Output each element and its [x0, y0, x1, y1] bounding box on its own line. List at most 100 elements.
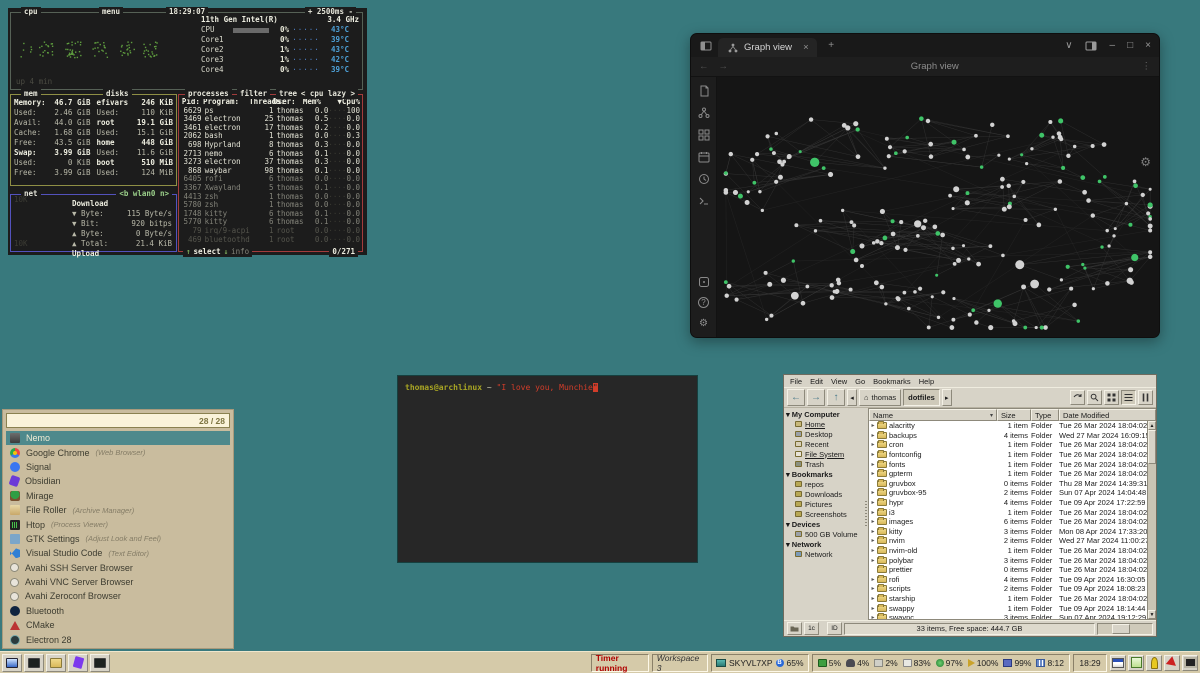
- scroll-up-icon[interactable]: ▲: [1148, 421, 1156, 430]
- menu-file[interactable]: File: [787, 377, 805, 386]
- scroll-down-icon[interactable]: ▼: [1148, 610, 1156, 619]
- maximize-button[interactable]: □: [1127, 40, 1133, 51]
- file-row[interactable]: ▸backups4 itemsFolderWed 27 Mar 2024 16:…: [869, 431, 1147, 441]
- new-tab-icon[interactable]: +: [825, 39, 838, 52]
- new-note-icon[interactable]: [697, 84, 710, 97]
- id-button[interactable]: ID: [827, 622, 842, 635]
- icon-view-button[interactable]: [1104, 390, 1119, 405]
- size-slider[interactable]: [1097, 623, 1153, 635]
- breadcrumb-scroll-right-icon[interactable]: ▸: [942, 389, 952, 406]
- tab-close-icon[interactable]: ×: [803, 42, 809, 53]
- display-tray-icon[interactable]: [1182, 655, 1198, 671]
- sidebar-item-pictures[interactable]: Pictures: [784, 499, 863, 509]
- vault-switcher-icon[interactable]: [697, 275, 710, 288]
- search-button[interactable]: [1087, 390, 1102, 405]
- sidebar-section-devices[interactable]: ▾Devices: [784, 519, 863, 529]
- launcher-item-electron-28[interactable]: Electron 28: [6, 632, 230, 646]
- sidebar-section-bookmarks[interactable]: ▾Bookmarks: [784, 469, 863, 479]
- row-expander-icon[interactable]: ▸: [869, 528, 877, 535]
- row-expander-icon[interactable]: ▸: [869, 509, 877, 516]
- row-expander-icon[interactable]: ▸: [869, 595, 877, 602]
- network-status[interactable]: SKYVL7XP B 65%: [711, 654, 809, 672]
- workspace-indicator[interactable]: Workspace 3: [652, 654, 708, 672]
- process-row[interactable]: 469bluetoothd1root0.0····0.0: [179, 236, 362, 245]
- menu-edit[interactable]: Edit: [807, 377, 826, 386]
- settings-gear-icon[interactable]: ⚙: [697, 317, 710, 330]
- launcher-item-signal[interactable]: Signal: [6, 460, 230, 474]
- up-button[interactable]: ↑: [827, 389, 845, 406]
- menu-go[interactable]: Go: [852, 377, 868, 386]
- sidebar-section-my-computer[interactable]: ▾My Computer: [784, 409, 863, 419]
- sidebar-item-file-system[interactable]: File System: [784, 449, 863, 459]
- sidebar-item-network[interactable]: Network: [784, 549, 863, 559]
- minimize-button[interactable]: –: [1110, 40, 1116, 51]
- process-table[interactable]: 6629ps1thomas0.0····1003469electron25tho…: [179, 107, 362, 245]
- daily-note-calendar-icon[interactable]: [697, 150, 710, 163]
- breadcrumb-current[interactable]: dotfiles: [903, 389, 940, 406]
- row-expander-icon[interactable]: ▸: [869, 614, 877, 619]
- tab-list-chevron-icon[interactable]: ∨: [1065, 40, 1072, 51]
- row-expander-icon[interactable]: ▸: [869, 499, 877, 506]
- row-expander-icon[interactable]: ▸: [869, 470, 877, 477]
- launcher-item-visual-studio-code[interactable]: Visual Studio Code(Text Editor): [6, 546, 230, 560]
- obsidian-titlebar[interactable]: Graph view × + ∨ – □ ×: [691, 34, 1159, 57]
- window-tray-icon[interactable]: [1110, 655, 1126, 671]
- launcher-item-obsidian[interactable]: Obsidian: [6, 474, 230, 488]
- launcher-item-google-chrome[interactable]: Google Chrome(Web Browser): [6, 445, 230, 459]
- back-icon[interactable]: ←: [699, 61, 709, 72]
- menu-view[interactable]: View: [828, 377, 850, 386]
- breadcrumb-scroll-left-icon[interactable]: ◂: [847, 389, 857, 406]
- graph-settings-gear-icon[interactable]: ⚙: [1140, 155, 1151, 169]
- file-row[interactable]: ▸cron1 itemFolderTue 26 Mar 2024 18:04:0…: [869, 440, 1147, 450]
- clock-icon[interactable]: [697, 172, 710, 185]
- row-expander-icon[interactable]: ▸: [869, 422, 877, 429]
- file-row[interactable]: ▸i31 itemFolderTue 26 Mar 2024 18:04:02 …: [869, 507, 1147, 517]
- column-size[interactable]: Size: [997, 409, 1031, 421]
- cpu-tab[interactable]: cpu: [21, 7, 41, 17]
- left-sidebar-toggle-icon[interactable]: [699, 39, 712, 52]
- column-type[interactable]: Type: [1031, 409, 1059, 421]
- launcher-search-input[interactable]: 28 / 28: [6, 413, 230, 428]
- section-expander-icon[interactable]: ▾: [786, 410, 790, 419]
- sidebar-item-home[interactable]: Home: [784, 419, 863, 429]
- list-view-button[interactable]: [1121, 390, 1136, 405]
- key-tray-icon[interactable]: [1146, 655, 1162, 671]
- file-row[interactable]: ▸swappy1 itemFolderTue 09 Apr 2024 18:14…: [869, 603, 1147, 613]
- row-expander-icon[interactable]: ▸: [869, 537, 877, 544]
- sidebar-item-trash[interactable]: Trash: [784, 459, 863, 469]
- row-expander-icon[interactable]: ▸: [869, 489, 877, 496]
- file-row[interactable]: ▸alacritty1 itemFolderTue 26 Mar 2024 18…: [869, 421, 1147, 431]
- more-options-icon[interactable]: ⋮: [1142, 61, 1152, 72]
- taskbar-clock[interactable]: 18:29: [1073, 654, 1107, 672]
- sidebar-item-desktop[interactable]: Desktop: [784, 429, 863, 439]
- back-button[interactable]: ←: [787, 389, 805, 406]
- file-row[interactable]: ▸kitty3 itemsFolderMon 08 Apr 2024 17:33…: [869, 527, 1147, 537]
- timer-status[interactable]: Timer running: [591, 654, 649, 672]
- forward-button[interactable]: →: [807, 389, 825, 406]
- row-expander-icon[interactable]: ▸: [869, 547, 877, 554]
- file-row[interactable]: ▸fontconfig1 itemFolderTue 26 Mar 2024 1…: [869, 450, 1147, 460]
- file-row[interactable]: ▸images6 itemsFolderTue 26 Mar 2024 18:0…: [869, 517, 1147, 527]
- launcher-item-cmake[interactable]: CMake: [6, 618, 230, 632]
- right-sidebar-toggle-icon[interactable]: [1085, 39, 1098, 52]
- launcher-item-bluetooth[interactable]: Bluetooth: [6, 604, 230, 618]
- row-expander-icon[interactable]: ▸: [869, 461, 877, 468]
- canvas-icon[interactable]: [697, 128, 710, 141]
- row-expander-icon[interactable]: ▸: [869, 432, 877, 439]
- section-expander-icon[interactable]: ▾: [786, 520, 790, 529]
- menu-help[interactable]: Help: [916, 377, 937, 386]
- launcher-obsidian-button[interactable]: [68, 654, 88, 672]
- sidebar-item-screenshots[interactable]: Screenshots: [784, 509, 863, 519]
- sidebar-item-500-gb-volume[interactable]: 500 GB Volume: [784, 529, 863, 539]
- terminal-window[interactable]: thomas@archlinux ~ "I love you, Munchie": [397, 375, 698, 563]
- file-row[interactable]: ▸gruvbox-952 itemsFolderSun 07 Apr 2024 …: [869, 488, 1147, 498]
- row-expander-icon[interactable]: ▸: [869, 557, 877, 564]
- file-row[interactable]: gruvbox0 itemsFolderThu 28 Mar 2024 14:3…: [869, 479, 1147, 489]
- file-row[interactable]: ▸polybar3 itemsFolderTue 26 Mar 2024 18:…: [869, 555, 1147, 565]
- sort-dropdown-icon[interactable]: ▾: [990, 412, 993, 419]
- graph-view-icon[interactable]: [697, 106, 710, 119]
- file-row[interactable]: ▸fonts1 itemFolderTue 26 Mar 2024 18:04:…: [869, 459, 1147, 469]
- sidebar-item-downloads[interactable]: Downloads: [784, 489, 863, 499]
- tree-control[interactable]: tree: [276, 89, 300, 99]
- launcher-item-gtk-settings[interactable]: GTK Settings(Adjust Look and Feel): [6, 532, 230, 546]
